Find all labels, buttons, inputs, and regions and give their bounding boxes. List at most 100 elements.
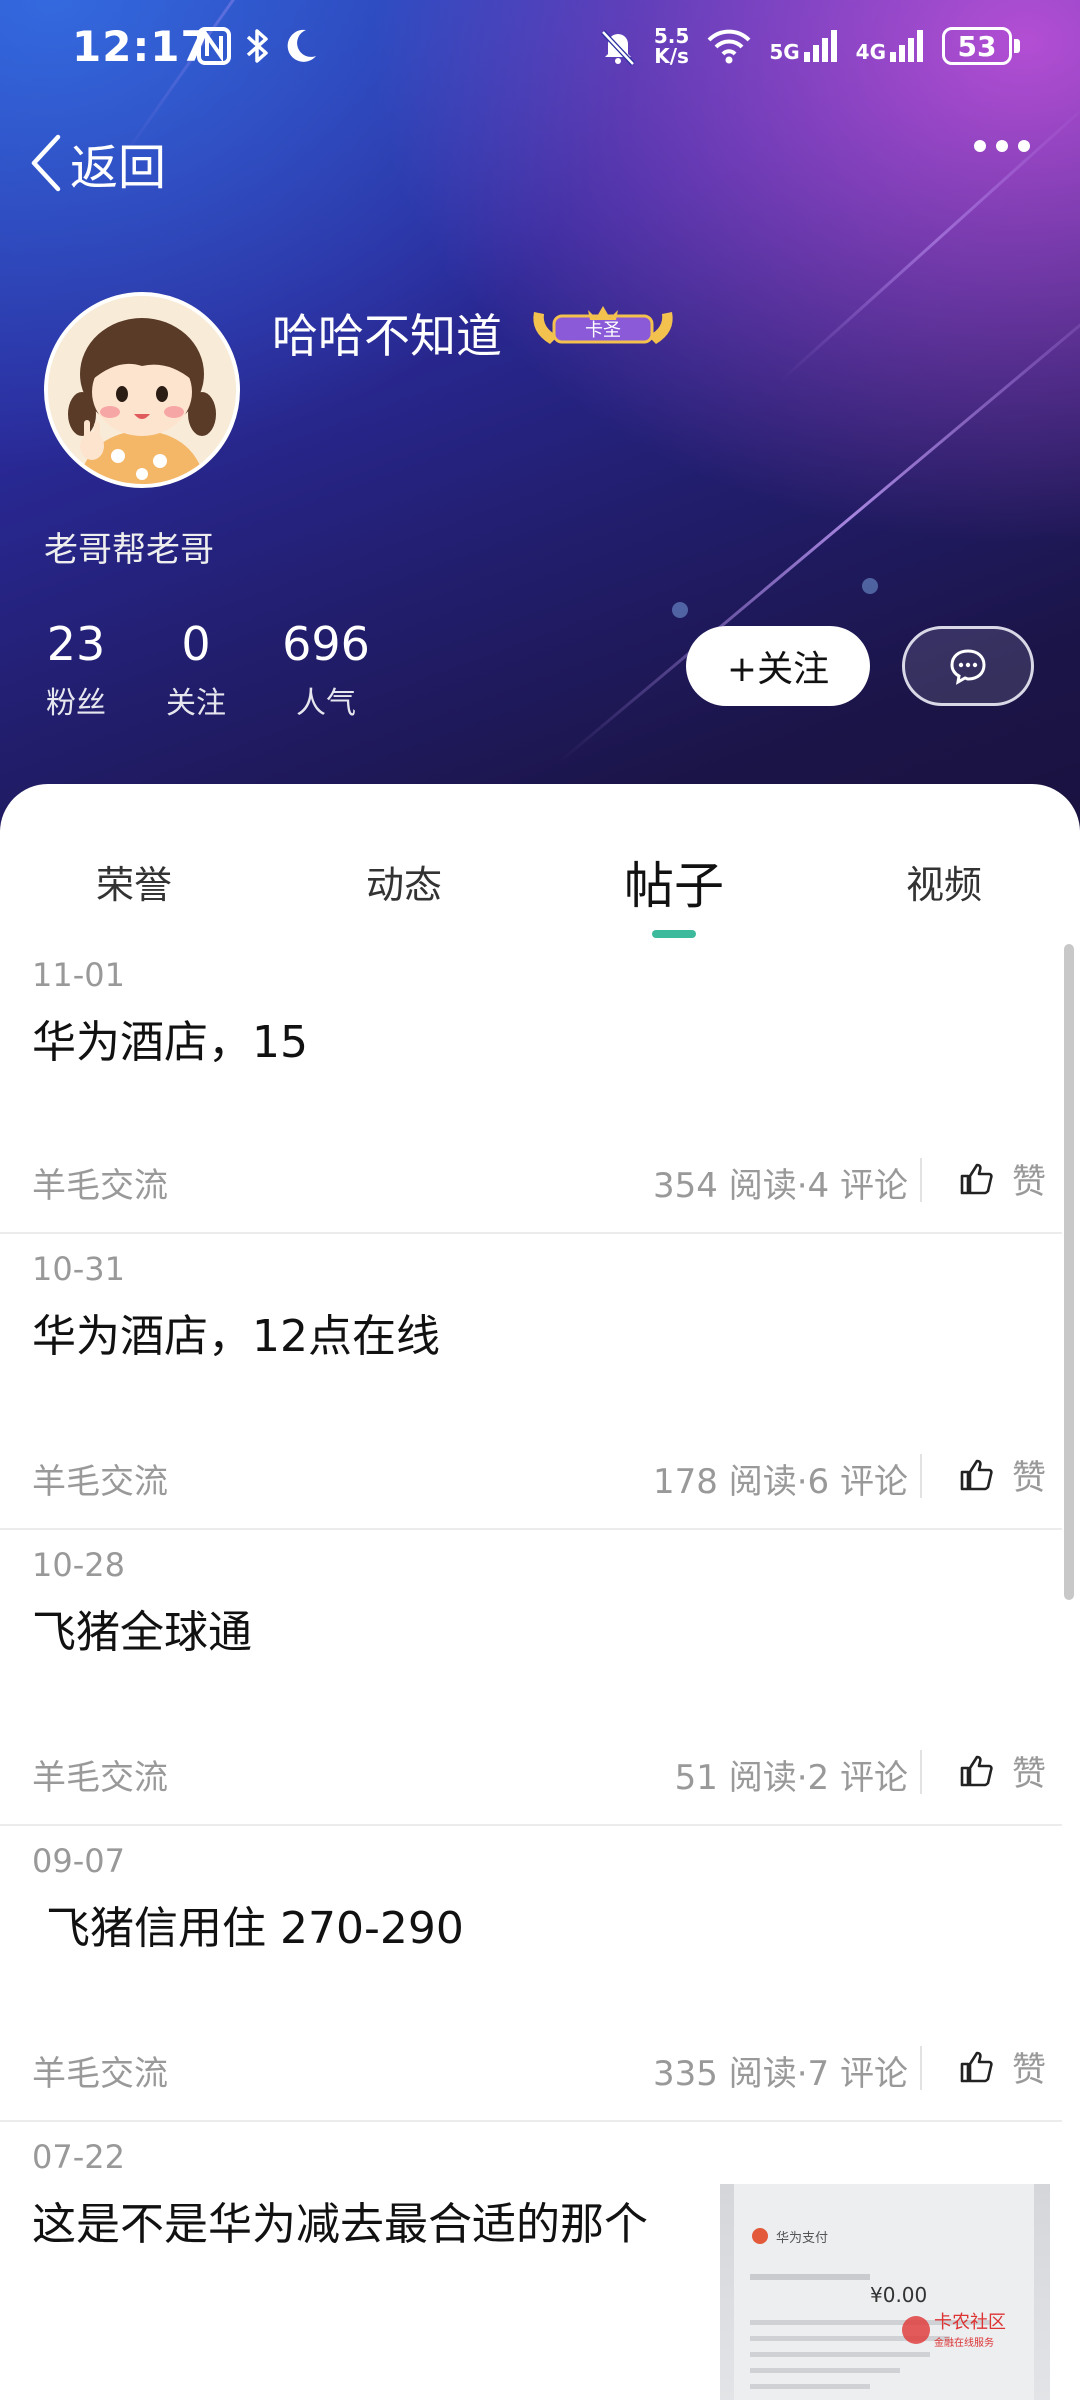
post-stats: 178 阅读·6 评论 xyxy=(653,1462,908,1502)
profile-name: 哈哈不知道 xyxy=(272,309,502,363)
decor-streak xyxy=(778,99,1080,383)
tab-posts[interactable]: 帖子 xyxy=(624,846,724,918)
message-button[interactable] xyxy=(902,626,1034,706)
tab-honor[interactable]: 荣誉 xyxy=(96,854,172,909)
divider xyxy=(920,1158,922,1202)
follow-button[interactable]: +关注 xyxy=(686,626,870,706)
post-item[interactable]: 11-01 华为酒店，15 羊毛交流 354 阅读·4 评论 赞 xyxy=(0,940,1062,1234)
thumb-amount: ¥0.00 xyxy=(870,2283,927,2307)
thumbs-up-icon xyxy=(960,1163,993,1194)
back-button[interactable]: 返回 xyxy=(28,128,166,198)
divider xyxy=(920,1750,922,1794)
stat-popularity-count: 696 xyxy=(282,617,370,671)
post-date: 10-31 xyxy=(32,1250,125,1288)
post-date: 11-01 xyxy=(32,956,125,994)
signal-5g-label: 5G xyxy=(769,40,800,64)
post-title: 这是不是华为减去最合适的那个 xyxy=(32,2199,648,2250)
like-label: 赞 xyxy=(1012,1754,1046,1794)
tab-videos[interactable]: 视频 xyxy=(906,854,982,909)
tab-activity[interactable]: 动态 xyxy=(366,854,442,909)
stat-following-count: 0 xyxy=(181,617,211,671)
more-dot-icon xyxy=(996,140,1008,152)
payment-screenshot-image: 华为支付 ¥0.00 卡农社区 金融在线服务 xyxy=(734,2184,1034,2400)
post-title: 华为酒店，15 xyxy=(32,1017,308,1068)
watermark-subtitle: 金融在线服务 xyxy=(934,2336,994,2349)
like-button[interactable]: 赞 xyxy=(958,1450,1046,1499)
chevron-left-icon xyxy=(31,134,61,192)
like-label: 赞 xyxy=(1012,2050,1046,2090)
net-speed: 5.5 K/s xyxy=(654,26,689,66)
post-item[interactable]: 10-31 华为酒店，12点在线 羊毛交流 178 阅读·6 评论 赞 xyxy=(0,1234,1062,1530)
back-label: 返回 xyxy=(70,140,167,196)
status-bar: 12:17 5.5 K/s 5G 4G 53 xyxy=(0,0,1080,100)
more-dot-icon xyxy=(1018,140,1030,152)
stat-following-label: 关注 xyxy=(166,686,226,721)
chat-bubble-icon xyxy=(950,649,986,685)
post-category[interactable]: 羊毛交流 xyxy=(32,1158,168,1207)
post-stats: 354 阅读·4 评论 xyxy=(653,1166,908,1206)
more-dot-icon xyxy=(974,140,986,152)
bluetooth-icon xyxy=(246,29,268,63)
post-stats: 335 阅读·7 评论 xyxy=(653,2054,908,2094)
post-category[interactable]: 羊毛交流 xyxy=(32,1750,168,1799)
like-button[interactable]: 赞 xyxy=(958,1154,1046,1203)
thumb-heading: 华为支付 xyxy=(776,2231,828,2246)
mute-bell-icon xyxy=(601,30,635,66)
net-speed-value: 5.5 xyxy=(653,24,690,48)
post-date: 09-07 xyxy=(32,1842,125,1880)
signal-4g-label: 4G xyxy=(855,40,886,64)
post-title: 飞猪全球通 xyxy=(32,1607,252,1658)
moon-icon xyxy=(287,29,316,62)
active-tab-indicator xyxy=(652,930,696,938)
profile-bio: 老哥帮老哥 xyxy=(44,530,214,570)
decor-dot xyxy=(672,602,688,618)
decor-dot xyxy=(862,578,878,594)
signal-bars-icon xyxy=(890,30,923,62)
post-thumbnail[interactable]: 华为支付 ¥0.00 卡农社区 金融在线服务 xyxy=(720,2184,1050,2400)
signal-5g: 5G xyxy=(769,28,839,64)
signal-4g: 4G xyxy=(856,28,926,64)
status-right-icons: 5.5 K/s 5G 4G 53 xyxy=(598,26,1020,66)
like-label: 赞 xyxy=(1012,1162,1046,1202)
rank-badge-icon: 卡圣 xyxy=(533,306,673,344)
thumbs-up-icon xyxy=(960,1755,993,1786)
post-category[interactable]: 羊毛交流 xyxy=(32,2046,168,2095)
more-options-button[interactable] xyxy=(974,140,1030,152)
battery-icon: 53 xyxy=(942,27,1020,65)
profile-header: 12:17 5.5 K/s 5G 4G 53 返回 哈哈不知道 卡圣 老哥帮老哥… xyxy=(0,0,1080,830)
post-title: 飞猪信用住 270-290 xyxy=(32,1903,464,1954)
thumbs-up-icon xyxy=(960,1459,993,1490)
rank-badge-text: 卡圣 xyxy=(585,320,621,341)
post-item[interactable]: 09-07 飞猪信用住 270-290 羊毛交流 335 阅读·7 评论 赞 xyxy=(0,1826,1062,2122)
tab-bar: 荣誉 动态 帖子 视频 xyxy=(0,784,1080,938)
stat-popularity-label: 人气 xyxy=(296,686,356,721)
thumbs-up-icon xyxy=(960,2051,993,2082)
avatar[interactable] xyxy=(44,292,240,488)
stat-fans-label: 粉丝 xyxy=(46,686,106,721)
stat-popularity[interactable]: 696 人气 xyxy=(282,616,370,722)
status-time: 12:17 xyxy=(72,22,211,71)
post-category[interactable]: 羊毛交流 xyxy=(32,1454,168,1503)
avatar-illustration xyxy=(48,296,236,484)
post-stats: 51 阅读·2 评论 xyxy=(674,1758,908,1798)
post-date: 07-22 xyxy=(32,2138,125,2176)
net-speed-unit: K/s xyxy=(654,44,689,68)
divider xyxy=(920,2046,922,2090)
signal-bars-icon xyxy=(803,30,837,62)
stat-fans[interactable]: 23 粉丝 xyxy=(44,616,108,722)
stat-fans-count: 23 xyxy=(46,617,106,671)
stat-following[interactable]: 0 关注 xyxy=(164,616,228,722)
like-button[interactable]: 赞 xyxy=(958,1746,1046,1795)
scrollbar[interactable] xyxy=(1064,944,1074,1600)
post-title: 华为酒店，12点在线 xyxy=(32,1311,440,1362)
post-item[interactable]: 10-28 飞猪全球通 羊毛交流 51 阅读·2 评论 赞 xyxy=(0,1530,1062,1826)
like-button[interactable]: 赞 xyxy=(958,2042,1046,2091)
divider xyxy=(920,1454,922,1498)
status-left-icons xyxy=(196,26,320,66)
post-date: 10-28 xyxy=(32,1546,125,1584)
nfc-icon xyxy=(197,27,231,65)
watermark-title: 卡农社区 xyxy=(934,2312,1006,2333)
like-label: 赞 xyxy=(1012,1458,1046,1498)
battery-level: 53 xyxy=(942,27,1012,65)
wifi-icon xyxy=(707,29,751,64)
